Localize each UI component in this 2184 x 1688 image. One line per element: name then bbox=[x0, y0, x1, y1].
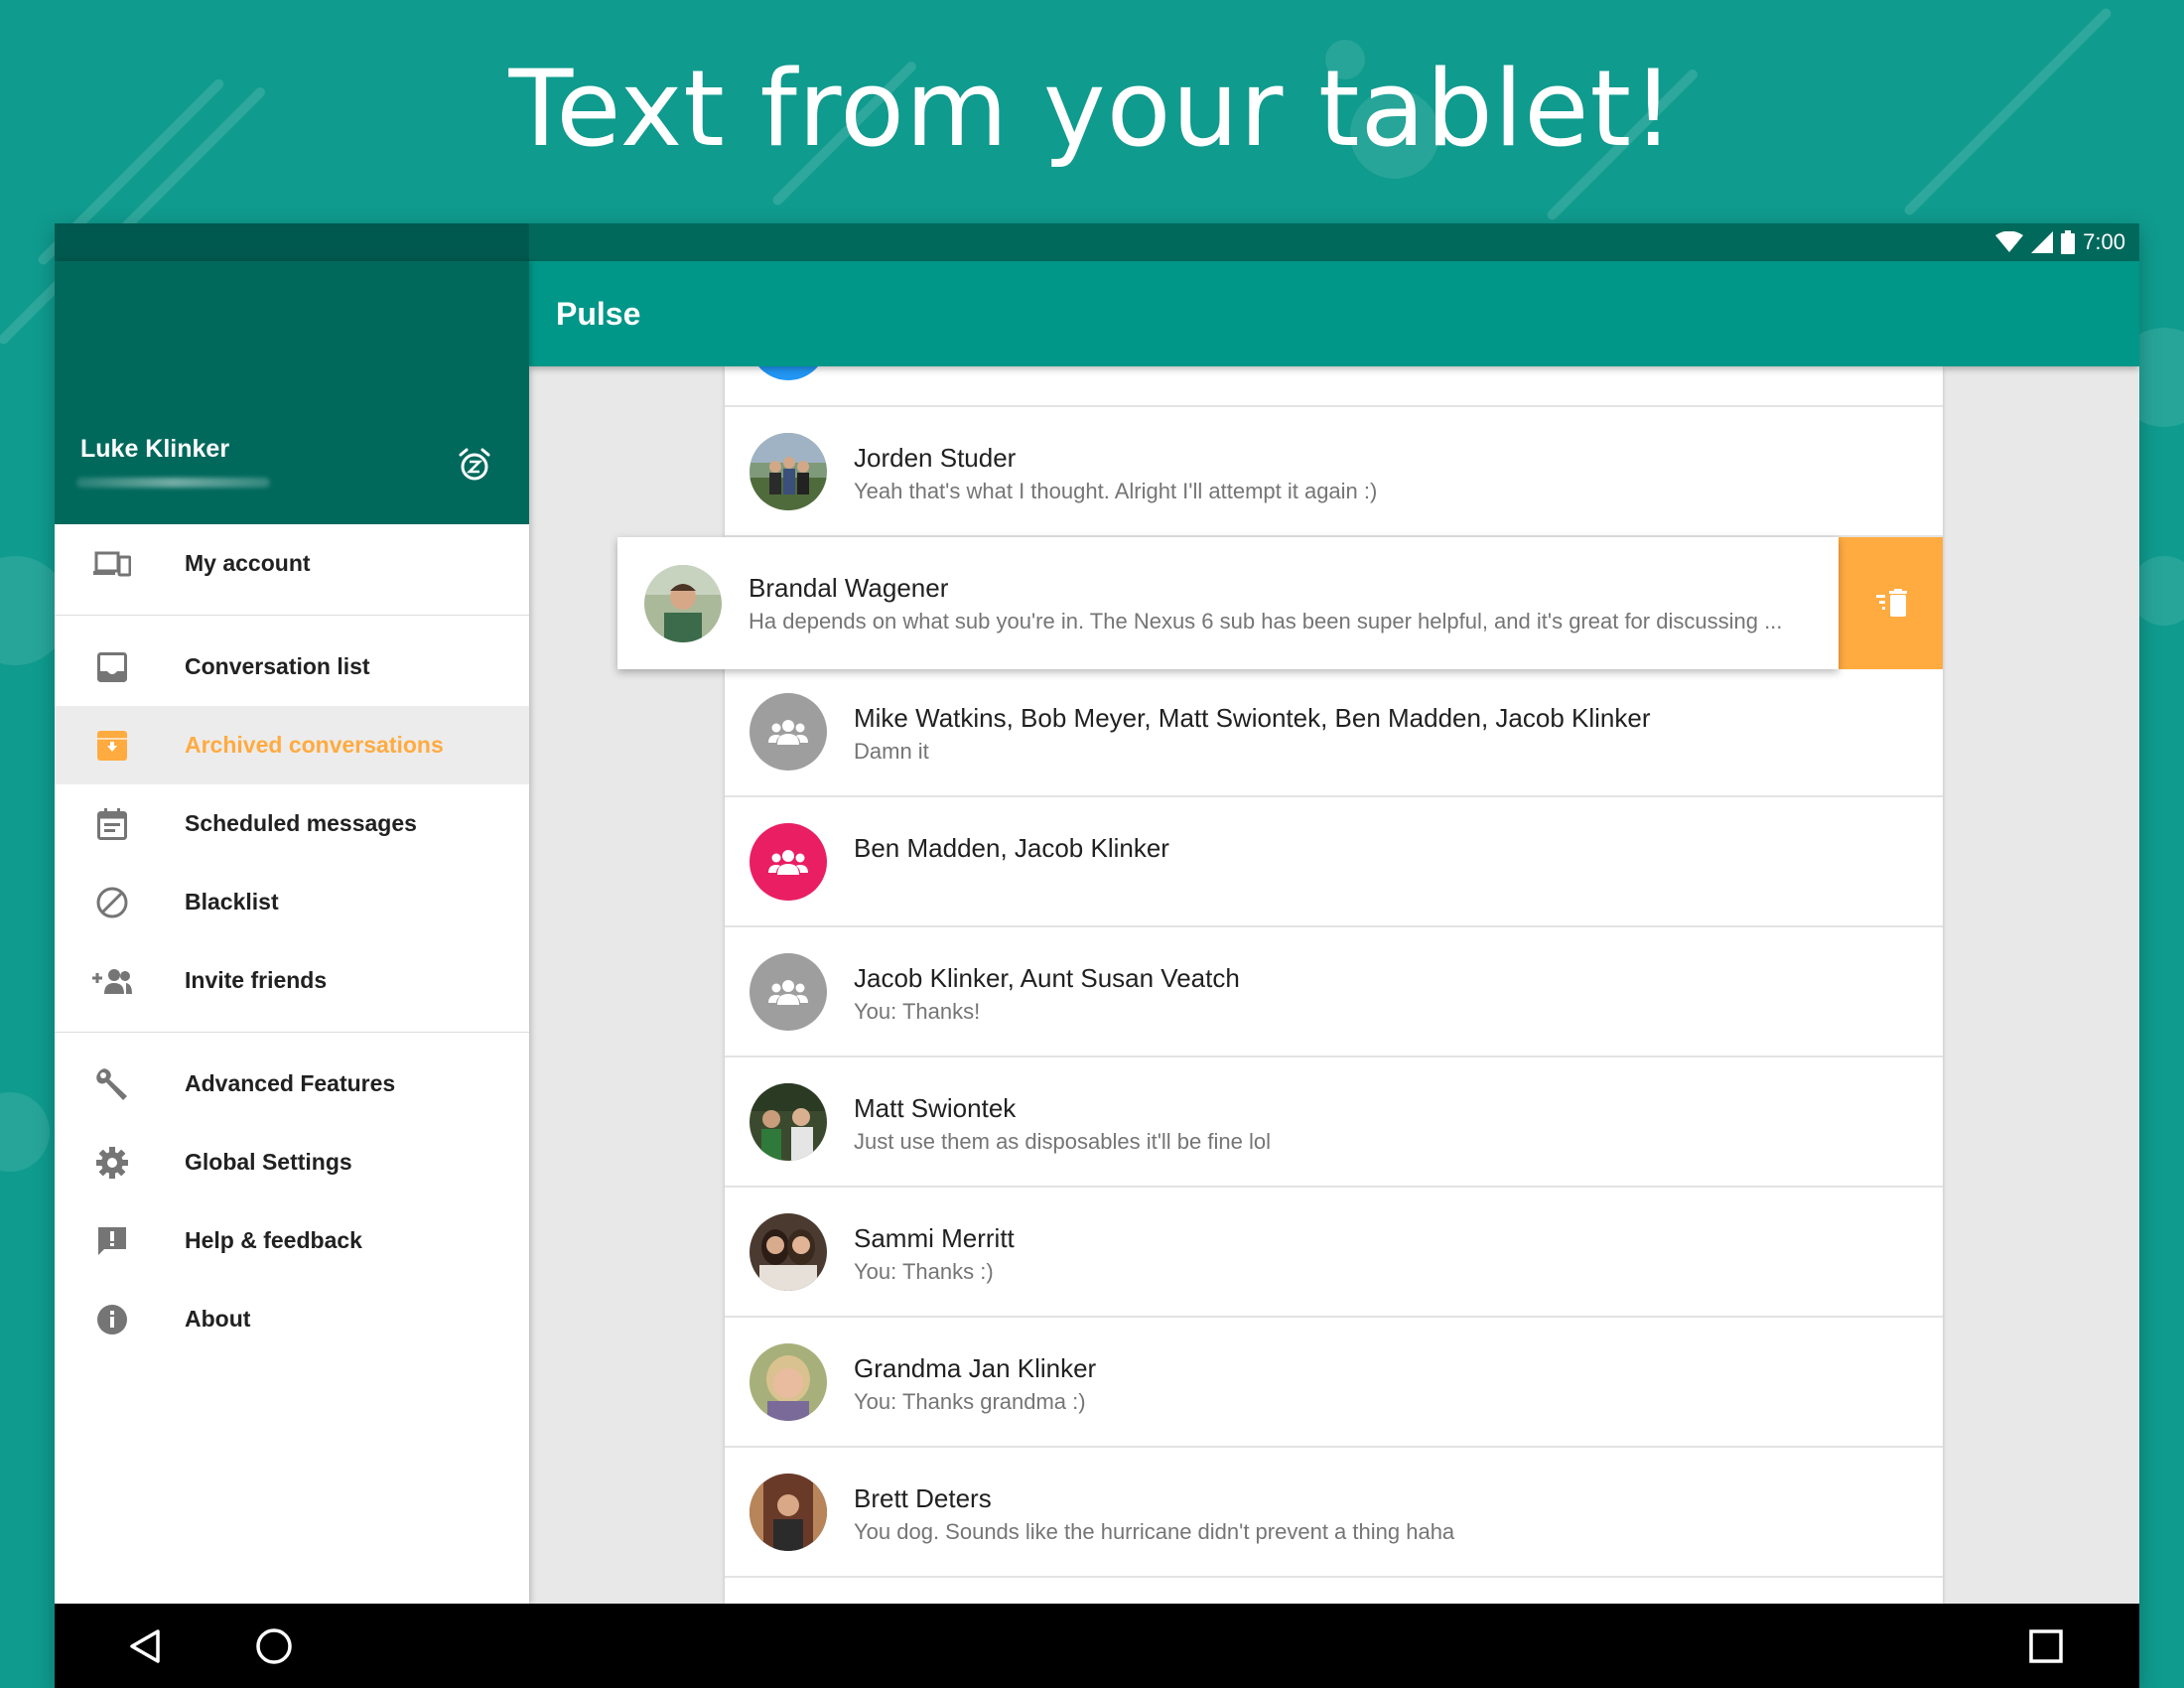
wifi-icon bbox=[1995, 231, 2024, 253]
back-icon bbox=[130, 1629, 160, 1663]
conversation-row[interactable]: Mike Watkins, Bob Meyer, Matt Swiontek, … bbox=[725, 667, 1943, 797]
avatar bbox=[750, 432, 827, 510]
message-snippet: You: Thanks! bbox=[854, 999, 981, 1024]
archive-icon bbox=[92, 726, 132, 766]
drawer-item-label: Invite friends bbox=[185, 967, 328, 993]
avatar bbox=[750, 1342, 827, 1421]
message-snippet: You dog. Sounds like the hurricane didn'… bbox=[854, 1519, 1455, 1544]
devices-icon bbox=[92, 544, 132, 584]
contact-name: Brett Deters bbox=[854, 1483, 992, 1513]
message-snippet: Yeah that's what I thought. Alright I'll… bbox=[854, 479, 1378, 503]
delete-sweep-icon[interactable] bbox=[1876, 586, 1910, 620]
group-icon bbox=[768, 979, 808, 1005]
drawer-item-archived-conversations[interactable]: Archived conversations bbox=[55, 706, 529, 784]
drawer-item-label: Global Settings bbox=[185, 1149, 352, 1175]
group-icon bbox=[768, 719, 808, 745]
message-snippet: Damn it bbox=[854, 739, 929, 764]
divider bbox=[55, 1032, 529, 1033]
cell-signal-icon bbox=[2031, 231, 2054, 253]
calendar-icon bbox=[92, 804, 132, 844]
message-snippet: Ha depends on what sub you're in. The Ne… bbox=[749, 609, 1783, 633]
contact-name: Sammi Merritt bbox=[854, 1223, 1015, 1253]
avatar bbox=[644, 564, 722, 642]
contact-name: Mike Watkins, Bob Meyer, Matt Swiontek, … bbox=[854, 703, 1651, 733]
block-icon bbox=[92, 883, 132, 922]
drawer-item-label: About bbox=[185, 1306, 251, 1332]
drawer-item-advanced-features[interactable]: Advanced Features bbox=[55, 1045, 529, 1123]
drawer-item-my-account[interactable]: My account bbox=[55, 524, 529, 603]
conversation-row[interactable]: Matt Swiontek Just use them as disposabl… bbox=[725, 1057, 1943, 1188]
user-email-blurred bbox=[76, 478, 270, 488]
divider bbox=[55, 615, 529, 616]
drawer-item-invite-friends[interactable]: Invite friends bbox=[55, 941, 529, 1020]
message-snippet: You: Thanks grandma :) bbox=[854, 1389, 1086, 1414]
drawer-item-help-feedback[interactable]: Help & feedback bbox=[55, 1201, 529, 1280]
person-add-icon bbox=[92, 961, 132, 1001]
snooze-icon bbox=[459, 448, 490, 481]
snooze-button[interactable] bbox=[452, 442, 497, 488]
battery-icon bbox=[2061, 230, 2076, 254]
gear-icon bbox=[92, 1143, 132, 1183]
group-avatar bbox=[750, 692, 827, 771]
contact-name: Jacob Klinker, Aunt Susan Veatch bbox=[854, 963, 1240, 993]
background-decoration bbox=[0, 1092, 50, 1172]
contact-name: Brandal Wagener bbox=[749, 573, 949, 603]
group-avatar bbox=[750, 952, 827, 1031]
drawer-item-label: Help & feedback bbox=[185, 1227, 362, 1253]
avatar bbox=[750, 1082, 827, 1161]
group-icon bbox=[768, 849, 808, 875]
navigation-drawer: Luke Klinker My account Conversation lis… bbox=[55, 261, 529, 1604]
contact-name: Jorden Studer bbox=[854, 443, 1017, 473]
conversation-row[interactable]: Ben Madden, Jacob Klinker bbox=[725, 797, 1943, 927]
drawer-item-label: Archived conversations bbox=[185, 732, 444, 758]
drawer-item-conversation-list[interactable]: Conversation list bbox=[55, 628, 529, 706]
drawer-item-about[interactable]: About bbox=[55, 1280, 529, 1358]
drawer-item-label: Advanced Features bbox=[185, 1070, 396, 1096]
headline: Text from your tablet! bbox=[508, 48, 1676, 170]
conversation-row-swiped[interactable]: Brandal Wagener Ha depends on what sub y… bbox=[617, 537, 1839, 669]
list-item[interactable] bbox=[725, 366, 1943, 407]
avatar bbox=[750, 1473, 827, 1551]
conversation-row[interactable]: Grandma Jan Klinker You: Thanks grandma … bbox=[725, 1318, 1943, 1448]
user-name: Luke Klinker bbox=[80, 435, 230, 463]
drawer-item-label: Blacklist bbox=[185, 889, 279, 914]
group-avatar bbox=[750, 822, 827, 901]
recents-button[interactable] bbox=[2023, 1623, 2069, 1669]
drawer-header: Luke Klinker bbox=[55, 261, 529, 524]
drawer-item-scheduled-messages[interactable]: Scheduled messages bbox=[55, 784, 529, 863]
home-button[interactable] bbox=[251, 1623, 297, 1669]
status-bar: 7:00 bbox=[55, 223, 2139, 261]
tablet-screen: 7:00 Pulse Jorden Studer Yeah that's wha… bbox=[55, 223, 2139, 1688]
system-nav-bar bbox=[55, 1604, 2139, 1688]
status-time: 7:00 bbox=[2083, 229, 2125, 254]
conversation-row[interactable]: Brett Deters You dog. Sounds like the hu… bbox=[725, 1448, 1943, 1578]
recents-icon bbox=[2029, 1629, 2063, 1663]
conversation-row[interactable]: Jorden Studer Yeah that's what I thought… bbox=[725, 407, 1943, 537]
message-snippet: You: Thanks :) bbox=[854, 1259, 994, 1284]
conversation-row[interactable]: Sammi Merritt You: Thanks :) bbox=[725, 1188, 1943, 1318]
app-title: Pulse bbox=[556, 296, 641, 332]
message-snippet: Just use them as disposables it'll be fi… bbox=[854, 1129, 1271, 1154]
inbox-icon bbox=[92, 647, 132, 687]
contact-name: Grandma Jan Klinker bbox=[854, 1353, 1097, 1383]
drawer-item-label: Scheduled messages bbox=[185, 810, 417, 836]
conversation-row[interactable]: Jacob Klinker, Aunt Susan Veatch You: Th… bbox=[725, 927, 1943, 1057]
app-toolbar: Pulse bbox=[529, 261, 2139, 366]
home-icon bbox=[256, 1628, 292, 1664]
avatar bbox=[750, 366, 827, 380]
wrench-icon bbox=[92, 1064, 132, 1104]
feedback-icon bbox=[92, 1221, 132, 1261]
info-icon bbox=[92, 1300, 132, 1339]
avatar bbox=[750, 1212, 827, 1291]
drawer-item-global-settings[interactable]: Global Settings bbox=[55, 1123, 529, 1201]
drawer-item-blacklist[interactable]: Blacklist bbox=[55, 863, 529, 941]
drawer-item-label: Conversation list bbox=[185, 653, 370, 679]
back-button[interactable] bbox=[122, 1623, 168, 1669]
drawer-item-label: My account bbox=[185, 550, 311, 576]
contact-name: Matt Swiontek bbox=[854, 1093, 1017, 1123]
drawer-menu: My account Conversation list Archived co… bbox=[55, 524, 529, 1358]
contact-name: Ben Madden, Jacob Klinker bbox=[854, 833, 1169, 863]
